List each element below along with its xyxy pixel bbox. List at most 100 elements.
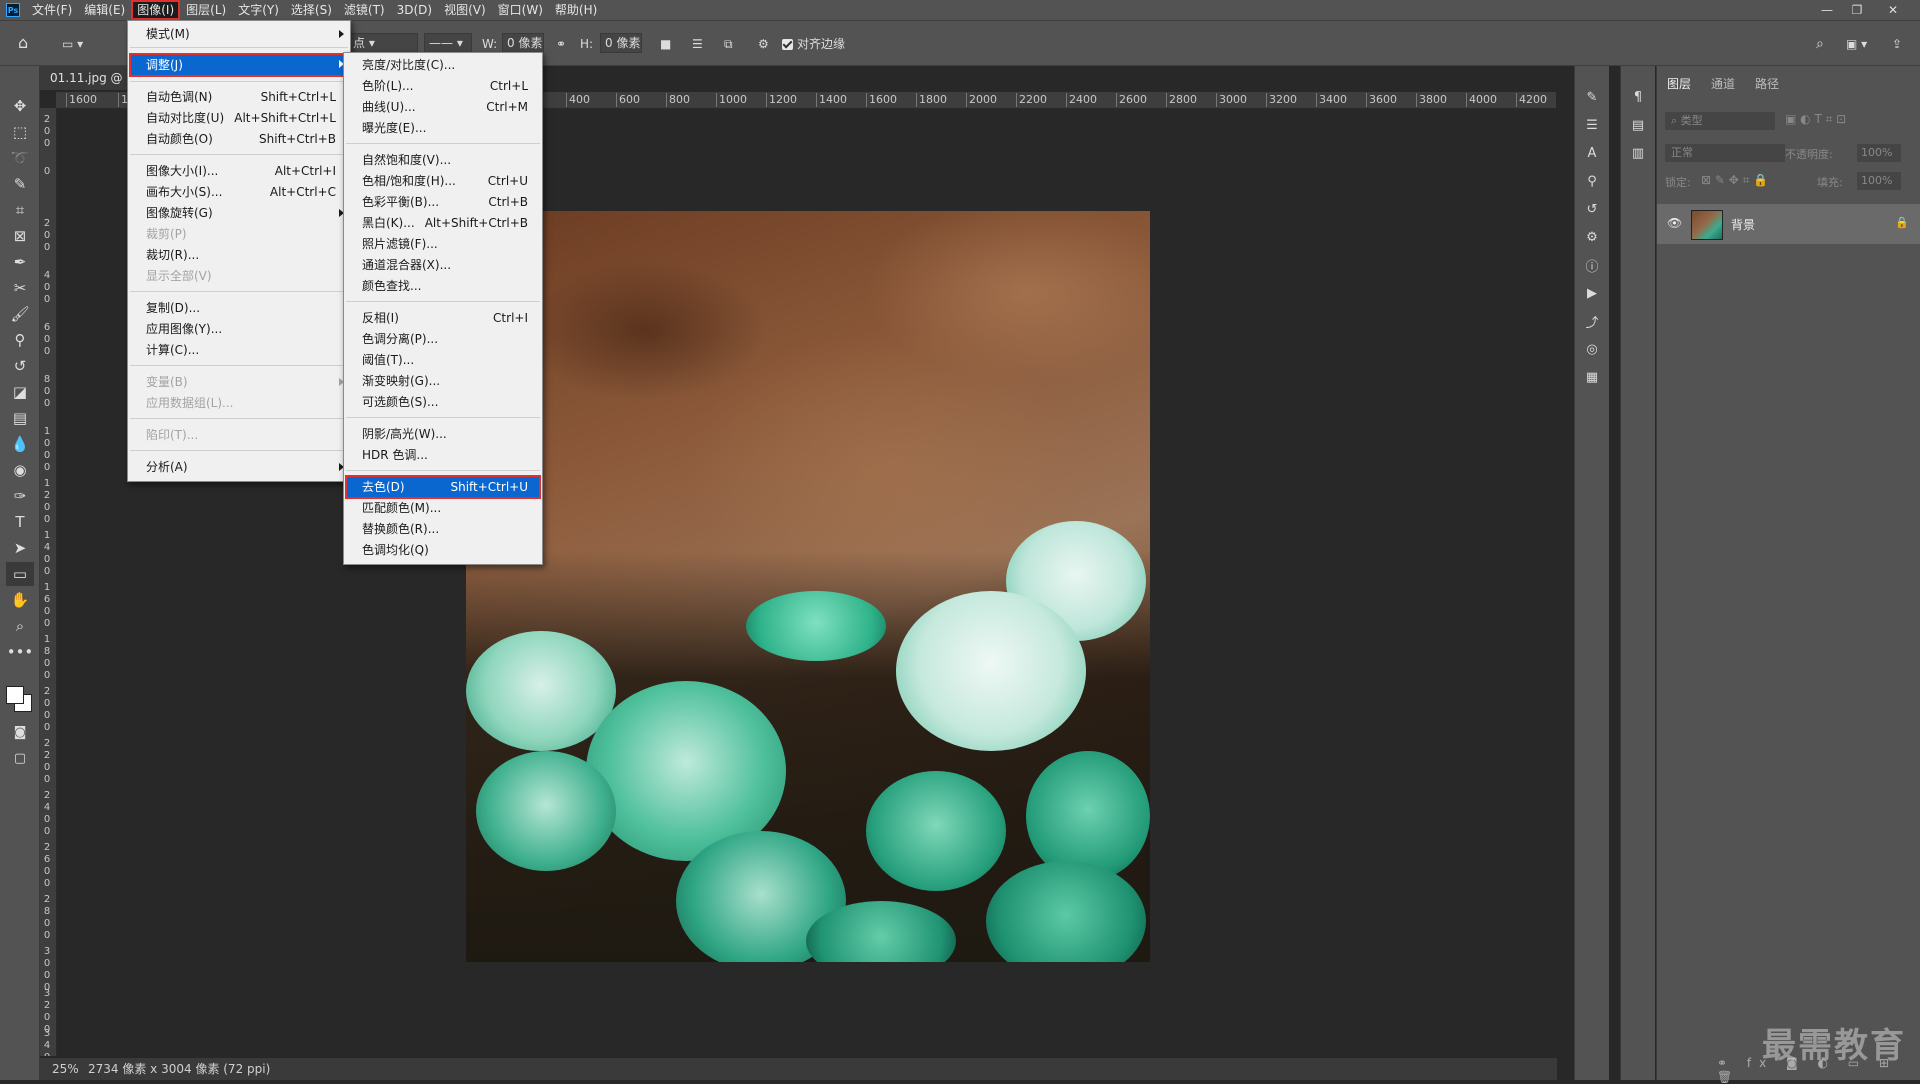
menu-item-calculations[interactable]: 计算(C)...	[130, 340, 348, 360]
dodge-tool-icon[interactable]: ◉	[6, 458, 34, 482]
filter-icons[interactable]: ▣ ◐ T ⌗ ⊡	[1785, 112, 1846, 127]
path-arrangement-icon[interactable]: ⧉	[724, 34, 733, 54]
menu-item-image-rotation[interactable]: 图像旋转(G)	[130, 203, 348, 223]
menu-item-channel-mixer[interactable]: 通道混合器(X)...	[346, 255, 540, 275]
menu-item-color-lookup[interactable]: 颜色查找...	[346, 276, 540, 296]
menu-item-duplicate[interactable]: 复制(D)...	[130, 298, 348, 318]
menu-image[interactable]: 图像(I)	[131, 0, 181, 20]
pen-tool-icon[interactable]: ✑	[6, 484, 34, 508]
menu-item-crop[interactable]: 裁剪(P)	[130, 224, 348, 244]
menu-item-variables[interactable]: 变量(B)	[130, 372, 348, 392]
menu-item-analysis[interactable]: 分析(A)	[130, 457, 348, 477]
zoom-tool-icon[interactable]: ⌕	[6, 614, 34, 638]
menu-item-gradient-map[interactable]: 渐变映射(G)...	[346, 371, 540, 391]
foreground-color-swatch[interactable]	[6, 686, 24, 704]
blur-tool-icon[interactable]: 💧	[6, 432, 34, 456]
quick-select-tool-icon[interactable]: ✎	[6, 172, 34, 196]
layer-filter-dropdown[interactable]: ⌕ 类型	[1665, 112, 1775, 130]
brush-settings-icon[interactable]: ✎	[1581, 86, 1603, 108]
paragraph-icon[interactable]: ¶	[1627, 86, 1649, 108]
type-tool-icon[interactable]: T	[6, 510, 34, 534]
gradient-tool-icon[interactable]: ▤	[6, 406, 34, 430]
marquee-tool-icon[interactable]: ⬚	[6, 120, 34, 144]
menu-item-color-balance[interactable]: 色彩平衡(B)... Ctrl+B	[346, 192, 540, 212]
menu-select[interactable]: 选择(S)	[285, 0, 338, 20]
menu-item-image-size[interactable]: 图像大小(I)... Alt+Ctrl+I	[130, 161, 348, 181]
document-tab[interactable]: 01.11.jpg @	[40, 66, 130, 90]
minimize-button[interactable]: —	[1812, 0, 1842, 20]
quick-mask-icon[interactable]: ◙	[6, 720, 34, 744]
menu-item-equalize[interactable]: 色调均化(Q)	[346, 540, 540, 560]
gear-icon[interactable]: ⚙	[758, 34, 769, 54]
menu-type[interactable]: 文字(Y)	[232, 0, 285, 20]
tab-channels[interactable]: 通道	[1701, 74, 1745, 94]
menu-item-threshold[interactable]: 阈值(T)...	[346, 350, 540, 370]
menu-item-replace-color[interactable]: 替换颜色(R)...	[346, 519, 540, 539]
canvas-image[interactable]	[466, 211, 1150, 962]
stamp-tool-icon[interactable]: ⚲	[6, 328, 34, 352]
menu-item-auto-contrast[interactable]: 自动对比度(U) Alt+Shift+Ctrl+L	[130, 108, 348, 128]
opacity-field[interactable]: 100%	[1857, 144, 1901, 162]
menu-layer[interactable]: 图层(L)	[180, 0, 232, 20]
menu-item-photo-filter[interactable]: 照片滤镜(F)...	[346, 234, 540, 254]
document-info[interactable]: 2734 像素 x 3004 像素 (72 ppi)	[88, 1058, 270, 1080]
path-alignment-icon[interactable]: ☰	[692, 34, 703, 54]
libraries-icon[interactable]: ▤	[1627, 114, 1649, 136]
zoom-level[interactable]: 25%	[52, 1058, 79, 1080]
menu-edit[interactable]: 编辑(E)	[78, 0, 131, 20]
info-icon[interactable]: ⓘ	[1581, 254, 1603, 276]
menu-help[interactable]: 帮助(H)	[549, 0, 603, 20]
align-edges-checkbox[interactable]: 对齐边缘	[782, 34, 845, 54]
stroke-style-dropdown[interactable]: 点 ▾	[348, 33, 418, 53]
rectangle-tool-icon[interactable]: ▭	[6, 562, 34, 586]
height-field[interactable]: 0 像素	[600, 33, 642, 53]
share-icon[interactable]: ⇪	[1892, 34, 1902, 54]
menu-item-auto-color[interactable]: 自动颜色(O) Shift+Ctrl+B	[130, 129, 348, 149]
menu-window[interactable]: 窗口(W)	[492, 0, 549, 20]
search-icon[interactable]: ⌕	[1816, 34, 1824, 54]
close-button[interactable]: ✕	[1878, 0, 1908, 20]
menu-view[interactable]: 视图(V)	[438, 0, 492, 20]
menu-item-auto-tone[interactable]: 自动色调(N) Shift+Ctrl+L	[130, 87, 348, 107]
menu-filter[interactable]: 滤镜(T)	[338, 0, 391, 20]
menu-item-black-white[interactable]: 黑白(K)... Alt+Shift+Ctrl+B	[346, 213, 540, 233]
history-icon[interactable]: ↺	[1581, 198, 1603, 220]
width-field[interactable]: 0 像素	[502, 33, 544, 53]
menu-item-exposure[interactable]: 曝光度(E)...	[346, 118, 540, 138]
lock-icons[interactable]: ⊠ ✎ ✥ ⌗ 🔒	[1701, 173, 1768, 188]
lasso-tool-icon[interactable]: ➰	[6, 146, 34, 170]
menu-item-posterize[interactable]: 色调分离(P)...	[346, 329, 540, 349]
character-icon[interactable]: A	[1581, 142, 1603, 164]
menu-item-brightness-contrast[interactable]: 亮度/对比度(C)...	[346, 55, 540, 75]
3d-icon[interactable]: ◎	[1581, 338, 1603, 360]
clone-source-icon[interactable]: ⚲	[1581, 170, 1603, 192]
eyedropper-tool-icon[interactable]: ✒	[6, 250, 34, 274]
frame-tool-icon[interactable]: ⊠	[6, 224, 34, 248]
menu-item-vibrance[interactable]: 自然饱和度(V)...	[346, 150, 540, 170]
menu-item-reveal-all[interactable]: 显示全部(V)	[130, 266, 348, 286]
history-brush-icon[interactable]: ↺	[6, 354, 34, 378]
menu-item-mode[interactable]: 模式(M)	[130, 24, 348, 44]
home-icon[interactable]: ⌂	[18, 33, 28, 53]
menu-item-hdr-toning[interactable]: HDR 色调...	[346, 445, 540, 465]
notes-icon[interactable]: ▥	[1627, 142, 1649, 164]
restore-button[interactable]: ❐	[1842, 0, 1872, 20]
crop-tool-icon[interactable]: ⌗	[6, 198, 34, 222]
hand-tool-icon[interactable]: ✋	[6, 588, 34, 612]
menu-file[interactable]: 文件(F)	[26, 0, 78, 20]
table-icon[interactable]: ▦	[1581, 366, 1603, 388]
menu-item-apply-data-set[interactable]: 应用数据组(L)...	[130, 393, 348, 413]
menu-item-levels[interactable]: 色阶(L)... Ctrl+L	[346, 76, 540, 96]
menu-item-apply-image[interactable]: 应用图像(Y)...	[130, 319, 348, 339]
path-operations-icon[interactable]: ■	[660, 34, 671, 54]
move-tool-icon[interactable]: ✥	[6, 94, 34, 118]
tab-paths[interactable]: 路径	[1745, 74, 1789, 94]
paths-icon[interactable]: ⤴	[1581, 310, 1603, 332]
menu-item-desaturate[interactable]: 去色(D) Shift+Ctrl+U	[345, 475, 541, 499]
menu-item-invert[interactable]: 反相(I) Ctrl+I	[346, 308, 540, 328]
eye-visibility-icon[interactable]: 👁	[1667, 216, 1682, 230]
line-style-dropdown[interactable]: —— ▾	[424, 33, 472, 53]
menu-3d[interactable]: 3D(D)	[391, 0, 438, 20]
eraser-tool-icon[interactable]: ◪	[6, 380, 34, 404]
menu-item-match-color[interactable]: 匹配颜色(M)...	[346, 498, 540, 518]
